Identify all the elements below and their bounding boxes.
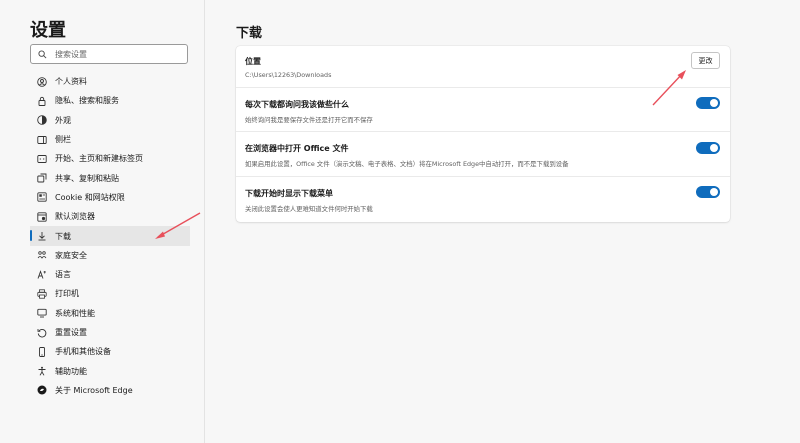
sidebar-item-sidebar[interactable]: 侧栏: [30, 130, 190, 149]
sidebar-item-default-browser[interactable]: 默认浏览器: [30, 207, 190, 226]
sidebar-item-family-safety[interactable]: 家庭安全: [30, 246, 190, 265]
sidebar-item-languages[interactable]: 语言: [30, 265, 190, 284]
browser-icon: [37, 212, 47, 222]
open-office-toggle[interactable]: [696, 142, 720, 154]
location-row: 位置 C:\Users\12263\Downloads 更改: [236, 46, 730, 88]
reset-icon: [37, 328, 47, 338]
sidebar-item-label: 手机和其他设备: [55, 347, 111, 357]
share-icon: [37, 173, 47, 183]
phone-icon: [37, 346, 47, 357]
accessibility-icon: [37, 366, 47, 376]
sidebar-item-label: 系统和性能: [55, 308, 95, 318]
sidebar-item-start-home[interactable]: 开始、主页和新建标签页: [30, 149, 190, 168]
sidebar-item-privacy[interactable]: 隐私、搜索和服务: [30, 91, 190, 110]
family-icon: [37, 250, 47, 260]
system-icon: [37, 308, 47, 318]
sidebar-item-label: 共享、复制和粘贴: [55, 173, 119, 183]
setting-title: 下载开始时显示下载菜单: [245, 189, 333, 198]
sidebar-item-profile[interactable]: 个人资料: [30, 72, 190, 91]
setting-description: 关闭此设置会使人更难知道文件何时开始下载: [245, 205, 373, 213]
edge-icon: [37, 385, 47, 395]
sidebar-title: 设置: [30, 20, 66, 41]
sidebar-item-phone[interactable]: 手机和其他设备: [30, 342, 190, 361]
setting-row-show-menu: 下载开始时显示下载菜单 关闭此设置会使人更难知道文件何时开始下载: [236, 177, 730, 222]
sidebar-item-system[interactable]: 系统和性能: [30, 304, 190, 323]
search-input[interactable]: [55, 49, 175, 59]
downloads-settings-card: 位置 C:\Users\12263\Downloads 更改 每次下载都询问我该…: [236, 46, 730, 222]
sidebar-item-share[interactable]: 共享、复制和粘贴: [30, 168, 190, 187]
setting-description: 如果启用此设置，Office 文件（演示文稿、电子表格、文档）将在Microso…: [245, 160, 569, 168]
sidebar-item-label: 打印机: [55, 289, 79, 299]
show-download-menu-toggle[interactable]: [696, 186, 720, 198]
change-location-button[interactable]: 更改: [691, 52, 720, 69]
page-title: 下载: [236, 26, 263, 41]
appearance-icon: [37, 115, 47, 125]
sidebar-item-label: 语言: [55, 270, 71, 280]
home-icon: [37, 154, 47, 164]
sidebar-item-label: 开始、主页和新建标签页: [55, 154, 143, 164]
setting-description: 始终询问我是要保存文件还是打开它而不保存: [245, 116, 373, 124]
profile-icon: [37, 76, 47, 87]
lock-icon: [37, 96, 47, 106]
location-path: C:\Users\12263\Downloads: [245, 71, 332, 79]
settings-sidebar: 设置 个人资料 隐私、搜索和服务 外观 侧栏 开始、主页和新建标签页: [0, 0, 205, 443]
sidebar-item-printers[interactable]: 打印机: [30, 284, 190, 303]
cookie-icon: [37, 192, 47, 203]
language-icon: [37, 269, 47, 280]
setting-title: 在浏览器中打开 Office 文件: [245, 144, 349, 153]
sidebar-item-label: 重置设置: [55, 328, 87, 337]
setting-title: 每次下载都询问我该做些什么: [245, 100, 349, 109]
sidebar-item-label: 默认浏览器: [55, 212, 95, 222]
sidebar-item-downloads[interactable]: 下载: [30, 226, 190, 246]
sidebar-item-appearance[interactable]: 外观: [30, 111, 190, 130]
sidebar-item-about[interactable]: 关于 Microsoft Edge: [30, 381, 190, 400]
setting-row-ask-download: 每次下载都询问我该做些什么 始终询问我是要保存文件还是打开它而不保存: [236, 88, 730, 132]
setting-row-open-office: 在浏览器中打开 Office 文件 如果启用此设置，Office 文件（演示文稿…: [236, 132, 730, 177]
sidebar-item-label: Cookie 和网站权限: [55, 192, 125, 202]
sidebar-item-label: 辅助功能: [55, 366, 87, 376]
sidebar-item-label: 关于 Microsoft Edge: [55, 385, 133, 395]
sidebar-item-label: 下载: [55, 231, 71, 241]
sidebar-item-label: 隐私、搜索和服务: [55, 96, 119, 106]
printer-icon: [37, 289, 47, 299]
sidebar-icon: [37, 135, 47, 145]
sidebar-item-label: 家庭安全: [55, 250, 87, 260]
sidebar-nav: 个人资料 隐私、搜索和服务 外观 侧栏 开始、主页和新建标签页 共享、复制和粘贴…: [30, 72, 190, 400]
sidebar-item-accessibility[interactable]: 辅助功能: [30, 361, 190, 380]
main-content: 下载 位置 C:\Users\12263\Downloads 更改 每次下载都询…: [205, 0, 800, 443]
ask-download-toggle[interactable]: [696, 97, 720, 109]
download-icon: [37, 231, 47, 241]
sidebar-item-label: 侧栏: [55, 135, 71, 145]
sidebar-item-cookies[interactable]: Cookie 和网站权限: [30, 188, 190, 207]
sidebar-item-label: 外观: [55, 115, 71, 125]
search-box[interactable]: [30, 44, 188, 64]
location-title: 位置: [245, 57, 261, 66]
sidebar-item-reset[interactable]: 重置设置: [30, 323, 190, 342]
sidebar-item-label: 个人资料: [55, 77, 87, 87]
search-icon: [38, 49, 47, 58]
